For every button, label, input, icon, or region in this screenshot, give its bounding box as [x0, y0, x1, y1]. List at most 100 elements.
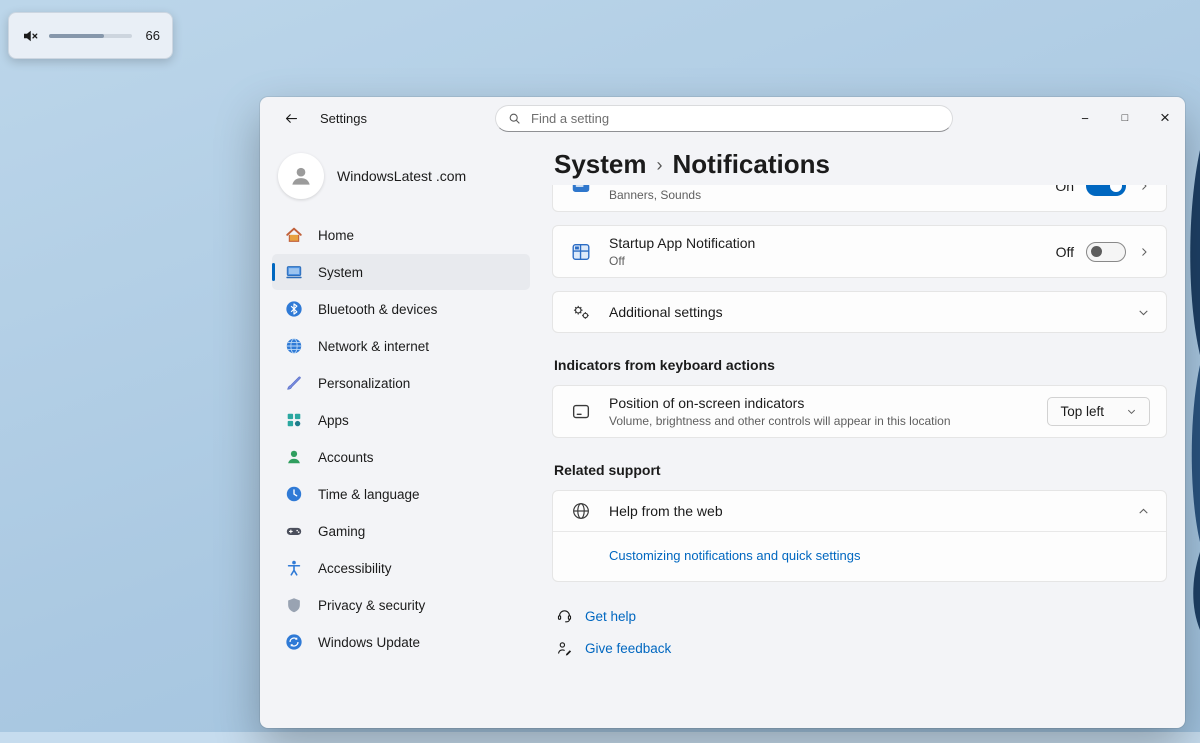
main-pane: System › Notifications Banner	[542, 139, 1185, 728]
position-indicators-row: Position of on-screen indicators Volume,…	[553, 386, 1166, 437]
help-from-web-card: Help from the web Customizing notificati…	[552, 490, 1167, 582]
footer-links: Get help Give feedback	[552, 608, 1167, 657]
notifications-toggle[interactable]	[1086, 185, 1126, 196]
apps-icon	[284, 410, 304, 430]
startup-notification-card: Startup App Notification Off Off	[552, 225, 1167, 278]
search-icon	[508, 112, 521, 125]
get-help-icon	[556, 608, 573, 625]
chevron-down-icon	[1126, 406, 1137, 417]
notifications-banner-icon	[569, 185, 593, 197]
toggle-state-label: Off	[1056, 244, 1074, 260]
sidebar-item-label: Network & internet	[318, 339, 429, 354]
sidebar-item-label: Accessibility	[318, 561, 392, 576]
settings-list: Banners, Sounds On	[552, 185, 1167, 728]
sidebar-item-windows-update[interactable]: Windows Update	[272, 624, 530, 660]
sidebar-item-label: System	[318, 265, 363, 280]
sidebar-item-label: Home	[318, 228, 354, 243]
sidebar-item-time-language[interactable]: Time & language	[272, 476, 530, 512]
volume-value: 66	[142, 28, 160, 43]
additional-settings-card: Additional settings	[552, 291, 1167, 333]
sidebar-item-label: Time & language	[318, 487, 420, 502]
accessibility-icon	[284, 558, 304, 578]
sidebar-item-home[interactable]: Home	[272, 217, 530, 253]
minimize-button[interactable]: −	[1065, 97, 1105, 139]
sidebar-item-system[interactable]: System	[272, 254, 530, 290]
back-button[interactable]	[274, 103, 308, 133]
volume-slider-fill	[49, 34, 104, 38]
position-dropdown[interactable]: Top left	[1047, 397, 1150, 426]
desktop: 66 Settings −	[0, 0, 1200, 743]
home-icon	[284, 225, 304, 245]
row-subtitle: Volume, brightness and other controls wi…	[609, 414, 1031, 428]
help-link-customizing-notifications[interactable]: Customizing notifications and quick sett…	[609, 548, 860, 563]
give-feedback-row[interactable]: Give feedback	[556, 640, 1163, 657]
sidebar-item-label: Personalization	[318, 376, 410, 391]
row-title: Additional settings	[609, 304, 1121, 320]
toggle-state-label: On	[1055, 185, 1074, 194]
sidebar-item-label: Accounts	[318, 450, 374, 465]
sidebar-item-personalization[interactable]: Personalization	[272, 365, 530, 401]
sidebar-item-label: Privacy & security	[318, 598, 425, 613]
update-icon	[284, 632, 304, 652]
sidebar-item-label: Bluetooth & devices	[318, 302, 437, 317]
sidebar-item-label: Apps	[318, 413, 349, 428]
wallpaper-bloom	[1184, 150, 1200, 635]
sidebar-item-accessibility[interactable]: Accessibility	[272, 550, 530, 586]
position-indicators-card: Position of on-screen indicators Volume,…	[552, 385, 1167, 438]
breadcrumb-separator-icon: ›	[657, 152, 663, 176]
give-feedback-link[interactable]: Give feedback	[585, 641, 671, 656]
back-arrow-icon	[284, 111, 299, 126]
get-help-link[interactable]: Get help	[585, 609, 636, 624]
sidebar-item-privacy[interactable]: Privacy & security	[272, 587, 530, 623]
chevron-right-icon	[1138, 185, 1150, 192]
user-name: WindowsLatest .com	[337, 168, 466, 184]
startup-notification-toggle[interactable]	[1086, 242, 1126, 262]
breadcrumb: System › Notifications	[554, 145, 1167, 183]
system-icon	[284, 262, 304, 282]
startup-notification-row[interactable]: Startup App Notification Off Off	[553, 226, 1166, 277]
row-subtitle: Banners, Sounds	[609, 188, 1039, 202]
startup-app-icon	[569, 241, 593, 263]
gamepad-icon	[284, 521, 304, 541]
sidebar-item-accounts[interactable]: Accounts	[272, 439, 530, 475]
notifications-row[interactable]: Banners, Sounds On	[553, 185, 1166, 211]
maximize-button[interactable]: □	[1105, 97, 1145, 139]
sidebar-nav: Home System Bluetooth & devices	[270, 217, 532, 660]
network-icon	[284, 336, 304, 356]
row-subtitle: Off	[609, 254, 1040, 268]
section-heading-support: Related support	[554, 462, 1165, 478]
clock-icon	[284, 484, 304, 504]
user-profile[interactable]: WindowsLatest .com	[278, 153, 526, 199]
page-title: Notifications	[673, 149, 830, 180]
close-button[interactable]: ×	[1145, 97, 1185, 139]
sidebar: WindowsLatest .com Home System	[260, 139, 542, 728]
volume-muted-icon[interactable]	[21, 27, 39, 45]
sidebar-item-network[interactable]: Network & internet	[272, 328, 530, 364]
app-title: Settings	[320, 111, 367, 126]
on-screen-indicator-icon	[569, 401, 593, 423]
shield-icon	[284, 595, 304, 615]
search-input[interactable]	[529, 110, 940, 127]
row-title: Help from the web	[609, 503, 1121, 519]
titlebar: Settings − □ ×	[260, 97, 1185, 139]
globe-icon	[569, 500, 593, 522]
sidebar-item-bluetooth[interactable]: Bluetooth & devices	[272, 291, 530, 327]
help-from-web-row[interactable]: Help from the web	[553, 491, 1166, 531]
volume-slider[interactable]	[49, 34, 132, 38]
avatar	[278, 153, 324, 199]
sidebar-item-gaming[interactable]: Gaming	[272, 513, 530, 549]
volume-osd: 66	[8, 12, 173, 59]
row-title: Position of on-screen indicators	[609, 395, 1031, 411]
gears-icon	[569, 301, 593, 323]
accounts-icon	[284, 447, 304, 467]
additional-settings-row[interactable]: Additional settings	[553, 292, 1166, 332]
search-box[interactable]	[495, 105, 953, 132]
bluetooth-icon	[284, 299, 304, 319]
get-help-row[interactable]: Get help	[556, 608, 1163, 625]
window-controls: − □ ×	[1065, 97, 1185, 139]
sidebar-item-label: Gaming	[318, 524, 365, 539]
row-title: Startup App Notification	[609, 235, 1040, 251]
help-links: Customizing notifications and quick sett…	[553, 532, 1166, 581]
breadcrumb-parent[interactable]: System	[554, 149, 647, 180]
sidebar-item-apps[interactable]: Apps	[272, 402, 530, 438]
